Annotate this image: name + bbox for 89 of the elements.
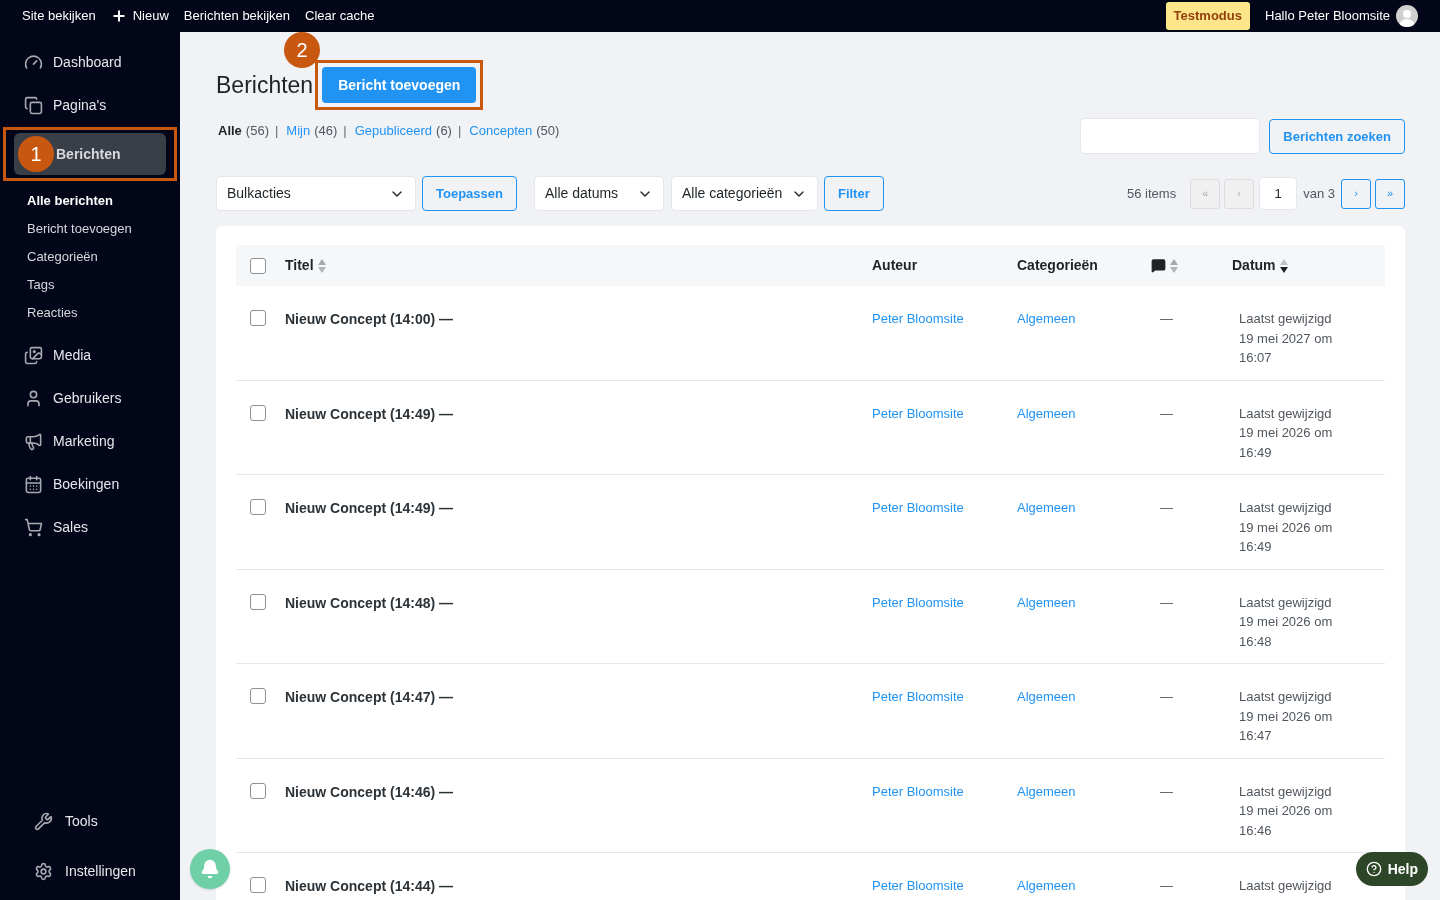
post-title[interactable]: Nieuw Concept (14:49) — — [285, 498, 872, 519]
wrench-icon — [34, 811, 53, 831]
notification-button[interactable] — [190, 849, 230, 889]
help-button[interactable]: Help — [1355, 852, 1428, 886]
calendar-icon — [24, 474, 43, 494]
sidebar-item[interactable]: Sales — [8, 506, 172, 548]
settings-icon — [34, 861, 53, 881]
checkbox[interactable] — [250, 499, 266, 515]
help-icon — [1365, 861, 1382, 877]
post-title[interactable]: Nieuw Concept (14:44) — — [285, 876, 872, 897]
submenu-item[interactable]: Tags — [0, 271, 180, 299]
post-title[interactable]: Nieuw Concept (14:46) — — [285, 781, 872, 803]
sidebar-item[interactable]: Pagina's — [8, 84, 172, 126]
sort-icon[interactable] — [1279, 258, 1288, 273]
post-date: Laatst gewijzigd 19 mei 2026 om 16:48 — [1238, 593, 1334, 651]
megaphone-icon — [24, 431, 43, 451]
column-header: Categorieën — [1017, 256, 1098, 275]
comment-count: — — [1159, 782, 1174, 801]
submenu-item[interactable]: Bericht toevoegen — [0, 215, 180, 243]
column-header[interactable]: Titel — [285, 255, 314, 276]
post-title[interactable]: Nieuw Concept (14:48) — — [285, 592, 872, 614]
comment-icon — [1151, 258, 1166, 273]
search-field[interactable] — [1080, 118, 1261, 154]
submenu-item[interactable]: Alle berichten — [0, 187, 180, 215]
sidebar-item[interactable]: Media — [8, 334, 172, 376]
category-select[interactable]: Alle categorieën — [670, 176, 818, 211]
view-count: (50) — [536, 122, 560, 140]
column-header: Auteur — [872, 256, 918, 275]
user-icon — [24, 388, 43, 408]
view-count: (6) — [436, 122, 452, 140]
test-mode-badge: Testmodus — [1165, 2, 1250, 30]
view-count: (46) — [314, 122, 338, 140]
sidebar-item[interactable]: Tools — [8, 800, 172, 842]
separator: | — [274, 122, 279, 140]
post-title[interactable]: Nieuw Concept (14:49) — — [285, 403, 872, 425]
post-date: Laatst gewijzigd 19 mei 2027 om 16:07 — [1238, 310, 1334, 367]
step-number: 2 — [284, 32, 321, 68]
view-filter-link[interactable]: Alle — [216, 121, 242, 141]
page-number-field[interactable]: 1 — [1259, 177, 1298, 210]
submenu-item[interactable]: Categorieën — [0, 243, 180, 271]
greeting[interactable]: Hallo Peter Bloomsite — [1265, 6, 1390, 26]
cart-icon — [24, 517, 43, 537]
bulk-actions-select[interactable]: Bulkacties — [216, 176, 416, 211]
post-date: Laatst gewijzigd 19 mei 2026 om 16:46 — [1238, 782, 1334, 840]
comment-count: — — [1159, 877, 1174, 895]
comment-count: — — [1159, 593, 1174, 612]
new-link[interactable]: Nieuw — [110, 6, 169, 26]
separator: | — [457, 122, 462, 140]
checkbox[interactable] — [250, 257, 266, 274]
checkbox[interactable] — [250, 310, 266, 326]
sidebar-item[interactable]: Instellingen — [8, 850, 172, 892]
step-number: 1 — [18, 136, 54, 172]
comment-count: — — [1159, 499, 1174, 517]
top-bar-link[interactable]: Clear cache — [305, 6, 375, 26]
comment-count: — — [1159, 688, 1174, 706]
comment-count: — — [1159, 404, 1174, 423]
page-total: van 3 — [1303, 184, 1335, 203]
submenu-item[interactable]: Reacties — [0, 299, 180, 327]
checkbox[interactable] — [250, 782, 266, 799]
date-select[interactable]: Alle datums — [533, 176, 664, 211]
post-date: Laatst gewijzigd 19 mei 2026 om 16:49 — [1238, 499, 1334, 556]
gauge-icon — [24, 52, 43, 72]
checkbox[interactable] — [250, 877, 266, 893]
sidebar-item[interactable]: 1 Berichten — [14, 133, 166, 175]
media-icon — [24, 345, 43, 365]
post-date: Laatst gewijzigd 19 mei 2026 om 16:49 — [1238, 404, 1334, 462]
plus-icon — [110, 8, 127, 24]
post-title[interactable]: Nieuw Concept (14:47) — — [285, 687, 872, 708]
sidebar-item[interactable]: Gebruikers — [8, 377, 172, 419]
item-count: 56 items — [1127, 184, 1177, 203]
checkbox[interactable] — [250, 593, 266, 610]
post-date: Laatst gewijzigd 19 mei 2026 om 16:47 — [1238, 688, 1334, 745]
checkbox[interactable] — [250, 688, 266, 704]
column-header[interactable]: Datum — [1232, 255, 1276, 276]
separator: | — [343, 122, 347, 140]
sidebar-item[interactable]: Marketing — [8, 420, 172, 462]
top-bar-link[interactable]: Site bekijken — [22, 6, 96, 26]
bell-icon — [200, 859, 220, 879]
top-bar-link[interactable]: Berichten bekijken — [183, 6, 291, 26]
view-count: (56) — [245, 122, 269, 140]
checkbox[interactable] — [250, 404, 266, 421]
pages-icon — [24, 95, 43, 115]
comment-count: — — [1159, 310, 1174, 328]
page-title: Berichten — [216, 70, 314, 100]
post-date: Laatst gewijzigd — [1238, 877, 1333, 895]
avatar[interactable] — [1396, 5, 1418, 27]
sidebar-item[interactable]: Boekingen — [8, 463, 172, 505]
sidebar-item[interactable]: Dashboard — [8, 41, 172, 83]
post-title[interactable]: Nieuw Concept (14:00) — — [285, 309, 872, 330]
